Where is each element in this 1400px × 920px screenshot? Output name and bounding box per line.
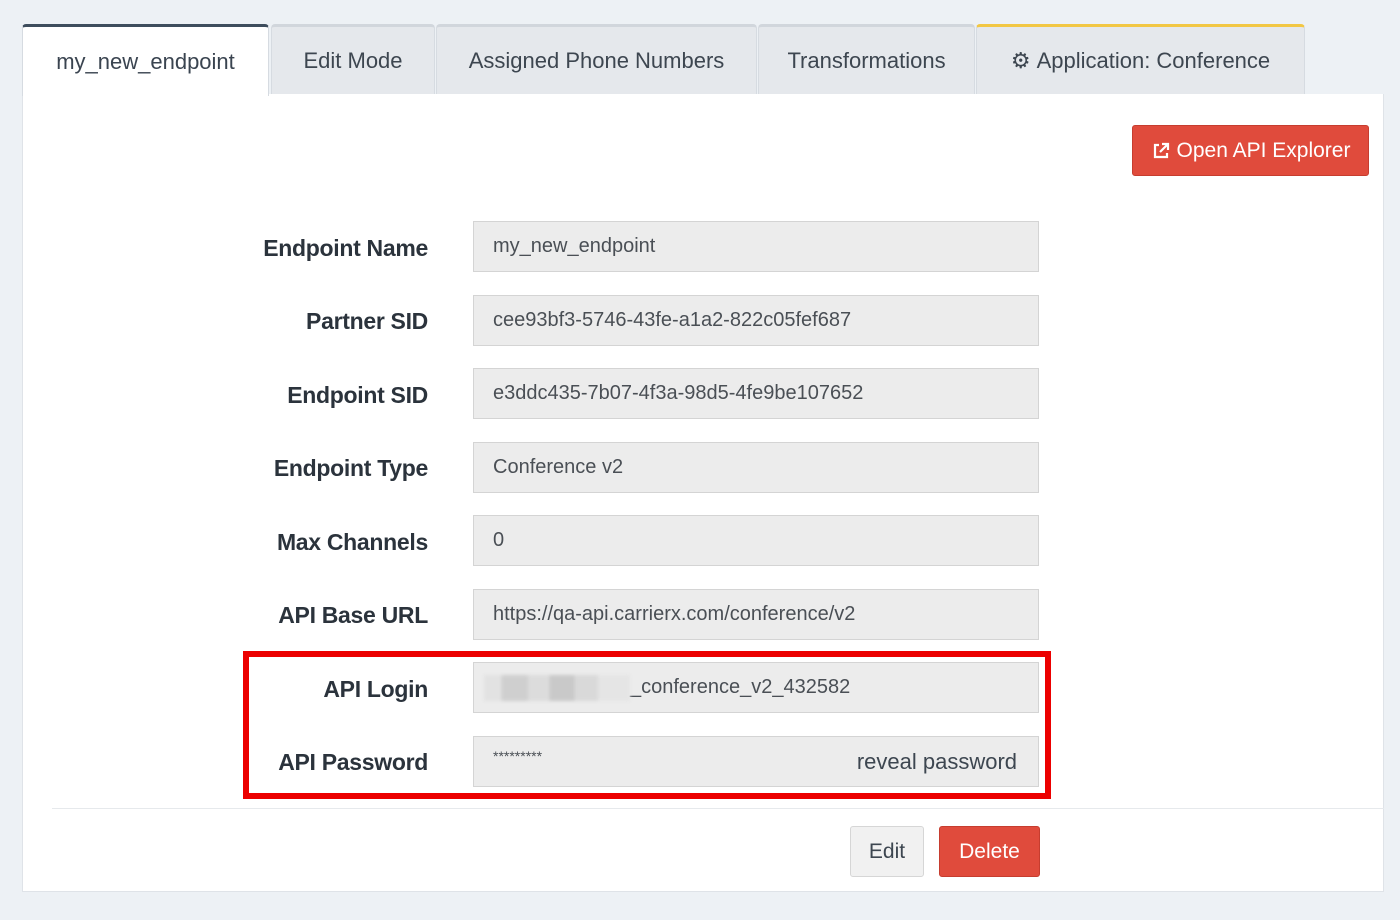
tab-endpoint-name[interactable]: my_new_endpoint: [22, 24, 269, 96]
open-api-explorer-button[interactable]: Open API Explorer: [1132, 125, 1369, 176]
tab-transformations[interactable]: Transformations: [758, 24, 975, 95]
open-api-explorer-label: Open API Explorer: [1176, 138, 1351, 162]
endpoint-name-value: my_new_endpoint: [493, 235, 656, 257]
tab-label: Edit Mode: [303, 48, 403, 73]
partner-sid-value: cee93bf3-5746-43fe-a1a2-822c05fef687: [493, 309, 852, 331]
tab-application-conference[interactable]: ⚙ Application: Conference: [976, 24, 1305, 95]
api-base-url-field: https://qa-api.carrierx.com/conference/v…: [473, 589, 1039, 640]
endpoint-sid-value: e3ddc435-7b07-4f3a-98d5-4fe9be107652: [493, 382, 864, 404]
gear-icon: ⚙: [1010, 48, 1031, 73]
max-channels-label: Max Channels: [276, 529, 428, 555]
api-base-url-value: https://qa-api.carrierx.com/conference/v…: [493, 603, 856, 625]
max-channels-value: 0: [493, 529, 505, 551]
tab-edit-mode[interactable]: Edit Mode: [271, 24, 435, 95]
tab-assigned-phone-numbers[interactable]: Assigned Phone Numbers: [436, 24, 757, 95]
endpoint-sid-label: Endpoint SID: [287, 382, 428, 408]
api-base-url-label: API Base URL: [278, 602, 428, 628]
endpoint-sid-field: e3ddc435-7b07-4f3a-98d5-4fe9be107652: [473, 368, 1039, 419]
form-divider: [52, 808, 1384, 809]
external-link-icon: [1153, 142, 1169, 158]
partner-sid-field: cee93bf3-5746-43fe-a1a2-822c05fef687: [473, 295, 1039, 346]
credentials-highlight-box: [243, 651, 1051, 799]
tab-label: Assigned Phone Numbers: [468, 48, 725, 73]
partner-sid-label: Partner SID: [306, 308, 428, 334]
endpoint-name-label: Endpoint Name: [263, 235, 428, 261]
endpoint-type-field: Conference v2: [473, 442, 1039, 493]
endpoint-type-value: Conference v2: [493, 456, 624, 478]
tab-label: Transformations: [787, 48, 946, 73]
tab-label: my_new_endpoint: [56, 48, 235, 74]
endpoint-name-field: my_new_endpoint: [473, 221, 1039, 272]
delete-button-label: Delete: [959, 839, 1020, 863]
tab-label: Application: Conference: [1036, 48, 1271, 73]
max-channels-field: 0: [473, 515, 1039, 566]
edit-button-label: Edit: [868, 839, 906, 863]
delete-button[interactable]: Delete: [939, 826, 1040, 877]
edit-button[interactable]: Edit: [850, 826, 924, 877]
endpoint-type-label: Endpoint Type: [273, 455, 428, 481]
